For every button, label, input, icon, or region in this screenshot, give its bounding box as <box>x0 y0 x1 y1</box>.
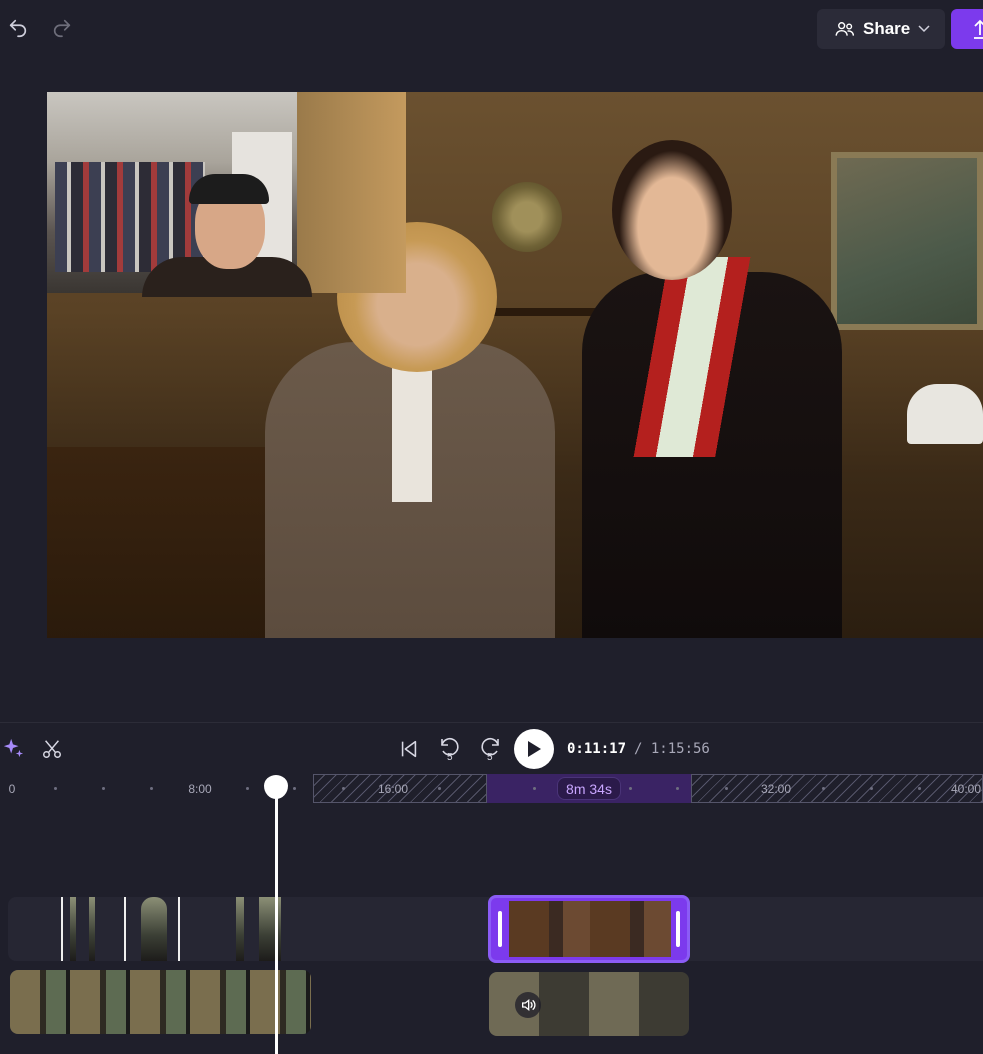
trim-handle-left[interactable] <box>498 911 502 947</box>
rewind-5-button[interactable]: 5 <box>437 735 463 763</box>
clip-thumbnail[interactable] <box>236 897 244 961</box>
webcam-clothes-rack <box>55 162 205 272</box>
video-preview[interactable] <box>47 92 983 638</box>
person-man-lapel <box>617 257 767 457</box>
ruler-dot <box>822 787 825 790</box>
redo-icon <box>53 19 71 38</box>
ruler-dot <box>918 787 921 790</box>
ruler-dot <box>533 787 536 790</box>
ruler-label: 40:00 <box>950 782 982 796</box>
split-button[interactable] <box>40 737 64 761</box>
undo-icon <box>9 19 27 38</box>
clip-divider <box>178 897 180 961</box>
play-icon <box>528 741 541 757</box>
hatched-region <box>691 774 983 803</box>
ruler-dot <box>54 787 57 790</box>
ruler-dot <box>870 787 873 790</box>
redo-button[interactable] <box>48 14 76 42</box>
skip-to-start-icon <box>401 740 417 758</box>
ruler-label: 32:00 <box>760 782 792 796</box>
volume-button[interactable] <box>515 992 541 1018</box>
forward-seconds: 5 <box>487 752 493 763</box>
ruler-dot <box>293 787 296 790</box>
clip-divider <box>61 897 63 961</box>
video-clip[interactable] <box>10 970 311 1034</box>
timeline-ruler[interactable]: 8m 34s 0 8:00 16:00 32:00 40:00 <box>0 772 983 804</box>
export-button[interactable] <box>951 9 983 49</box>
trim-handle-right[interactable] <box>676 911 680 947</box>
share-people-icon <box>835 22 855 36</box>
webcam-person-cap <box>189 174 269 204</box>
ruler-dot <box>725 787 728 790</box>
scissors-icon <box>43 740 61 758</box>
webcam-bookshelf <box>297 92 406 293</box>
audio-video-clip[interactable] <box>489 972 689 1036</box>
clip-divider <box>124 897 126 961</box>
timeline-controls: 5 5 0:11:17 / 1:15:56 <box>0 722 983 774</box>
clip-frames <box>509 901 671 957</box>
undo-button[interactable] <box>4 14 32 42</box>
scene-clock <box>907 384 983 444</box>
total-duration: / 1:15:56 <box>634 741 710 757</box>
webcam-overlay[interactable] <box>47 92 406 297</box>
ruler-dot <box>150 787 153 790</box>
volume-icon <box>522 998 536 1012</box>
ruler-dot <box>246 787 249 790</box>
ruler-dot <box>102 787 105 790</box>
person-woman-shirt <box>392 362 432 502</box>
clip-thumbnail[interactable] <box>141 897 167 961</box>
clip-thumbnail[interactable] <box>89 897 95 961</box>
ruler-dot <box>438 787 441 790</box>
export-icon <box>974 19 983 39</box>
ai-sparkle-button[interactable] <box>2 737 24 759</box>
scene-painting <box>831 152 983 330</box>
share-label: Share <box>863 19 911 38</box>
ruler-label: 8:00 <box>188 782 212 796</box>
clip-thumbnail[interactable] <box>70 897 76 961</box>
forward-5-icon: 5 <box>481 738 499 763</box>
top-toolbar: Share <box>0 0 983 60</box>
gap-duration-label: 8m 34s <box>557 777 621 800</box>
person-man-head <box>612 140 732 280</box>
playhead-line[interactable] <box>275 796 278 1054</box>
skip-to-start-button[interactable] <box>397 737 421 761</box>
selected-overlay-clip[interactable] <box>488 895 690 963</box>
play-button[interactable] <box>514 729 554 769</box>
rewind-5-icon: 5 <box>441 738 459 763</box>
ruler-dot <box>342 787 345 790</box>
ruler-dot <box>676 787 679 790</box>
chevron-down-icon <box>918 25 930 33</box>
sparkle-icon <box>3 738 24 758</box>
scene-decorative-plate <box>492 182 562 252</box>
ruler-dot <box>629 787 632 790</box>
share-button[interactable]: Share <box>817 9 945 49</box>
current-time: 0:11:17 <box>567 741 627 757</box>
ruler-label: 16:00 <box>377 782 409 796</box>
forward-5-button[interactable]: 5 <box>477 735 503 763</box>
ruler-label: 0 <box>8 782 16 796</box>
rewind-seconds: 5 <box>447 752 453 763</box>
